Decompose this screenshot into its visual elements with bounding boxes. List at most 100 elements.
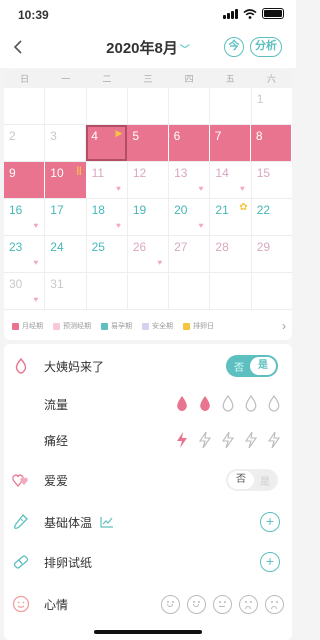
chart-icon[interactable] [100,516,114,528]
mood-neutral-icon[interactable] [213,594,232,614]
calendar-day[interactable]: 5 [127,125,169,161]
add-temp-button[interactable]: + [260,512,280,532]
lightning-icon[interactable] [220,431,236,449]
toggle-knob: 是 [250,357,276,375]
flow-drop-icon[interactable] [197,395,213,413]
day-number: 15 [256,166,271,180]
calendar-day[interactable]: 24 [45,236,87,272]
calendar-day[interactable]: 21 ✿ [210,199,252,235]
lightning-icon[interactable] [243,431,259,449]
love-heart-icon: ♥ [198,221,204,230]
calendar-day[interactable]: 28 [210,236,252,272]
calendar-day[interactable]: 31 [45,273,87,309]
day-number: 19 [132,203,147,217]
calendar-day[interactable]: 16 ♥ [4,199,46,235]
day-number: 24 [50,240,64,254]
flow-drop-icon[interactable] [243,395,259,413]
calendar-day[interactable]: 14 ♥ [210,162,252,198]
calendar-day[interactable]: 30 ♥ [4,273,46,309]
status-bar: 10:39 [0,0,296,28]
calendar-day[interactable]: 29 [252,236,292,272]
calendar-day[interactable]: 10 || [45,162,87,198]
mood-happy-icon[interactable] [161,594,180,614]
day-number: 14 [215,166,229,180]
legend-swatch [53,322,60,330]
chevron-right-icon[interactable]: › [282,319,286,333]
day-number: 3 [50,129,57,143]
lightning-icon[interactable] [266,431,282,449]
legend-label: 排卵日 [193,323,214,330]
day-number: 11 [91,166,105,180]
calendar-empty-cell [45,88,87,124]
day-number: 21 [215,203,229,217]
toggle-on-text: 是 [260,476,270,488]
calendar-empty-cell [128,273,170,309]
today-button[interactable]: 今 [224,37,244,57]
calendar-day[interactable]: 18 ♥ [87,199,128,235]
flow-drop-icon[interactable] [174,395,190,413]
legend-label: 预测经期 [63,323,91,330]
mood-upset-icon[interactable] [265,594,284,614]
weekday-label: 一 [61,74,71,84]
calendar-day[interactable]: 2 [4,125,46,161]
calendar-empty-cell [169,88,211,124]
calendar-day[interactable]: 7 [209,125,251,161]
day-number: 23 [9,240,23,254]
flow-drop-icon[interactable] [266,395,282,413]
add-ovulation-button[interactable]: + [260,552,280,572]
pain-label: 痛经 [44,433,69,448]
calendar-week-row: 2 3 4 ▶ 5 6 7 8 [4,125,292,162]
pain-row: 痛经 [4,422,292,458]
calendar-empty-cell [87,88,128,124]
calendar-day[interactable]: 23 ♥ [4,236,46,272]
legend-item: 预测经期 [53,321,91,331]
test-strip-icon [13,555,29,569]
calendar-day[interactable]: 3 [45,125,87,161]
calendar-day[interactable]: 20 ♥ [169,199,211,235]
toggle-off-text: 否 [234,362,244,374]
mood-smile-icon[interactable] [187,594,206,614]
calendar-empty-cell [128,88,170,124]
calendar-day[interactable]: 1 [252,88,292,124]
day-number: 29 [256,240,271,254]
calendar-day[interactable]: 25 [87,236,128,272]
mood-label: 心情 [44,597,69,612]
lightning-icon[interactable] [197,431,213,449]
weekday-label: 五 [225,74,235,84]
flow-drop-icon[interactable] [220,395,236,413]
love-toggle[interactable]: 否 是 [226,469,278,491]
day-number: 2 [9,129,16,143]
day-number: 16 [9,203,23,217]
calendar-day[interactable]: 6 [168,125,210,161]
calendar-day[interactable]: 19 [128,199,170,235]
day-number: 25 [91,240,105,254]
calendar-day[interactable]: 4 ▶ [86,125,128,161]
calendar-day[interactable]: 15 [252,162,292,198]
calendar-day[interactable]: 27 [169,236,211,272]
calendar-day[interactable]: 12 [128,162,170,198]
love-heart-icon: ♥ [116,221,121,230]
calendar-day[interactable]: 8 [250,125,292,161]
day-number: 18 [91,203,105,217]
calendar-day[interactable]: 26 ♥ [128,236,170,272]
day-number: 22 [256,203,271,217]
analyze-button[interactable]: 分析 [250,37,282,57]
day-number: 20 [174,203,188,217]
love-heart-icon: ♥ [198,184,204,193]
love-heart-icon: ♥ [33,221,39,230]
month-title: 2020年8月 [106,40,178,57]
day-number: 8 [255,129,263,143]
calendar-day[interactable]: 11 ♥ [87,162,128,198]
day-number: 17 [50,203,64,217]
calendar-day[interactable]: 9 [4,162,46,198]
wifi-icon [243,8,257,19]
period-toggle[interactable]: 否 是 [226,355,278,377]
calendar-day[interactable]: 17 [45,199,87,235]
love-heart-icon: ♥ [157,258,163,267]
calendar-day[interactable]: 22 [252,199,292,235]
calendar-day[interactable]: 13 ♥ [169,162,211,198]
hearts-icon [12,474,28,487]
day-number: 28 [215,240,229,254]
mood-sad-icon[interactable] [239,594,258,614]
lightning-icon[interactable] [174,431,190,449]
